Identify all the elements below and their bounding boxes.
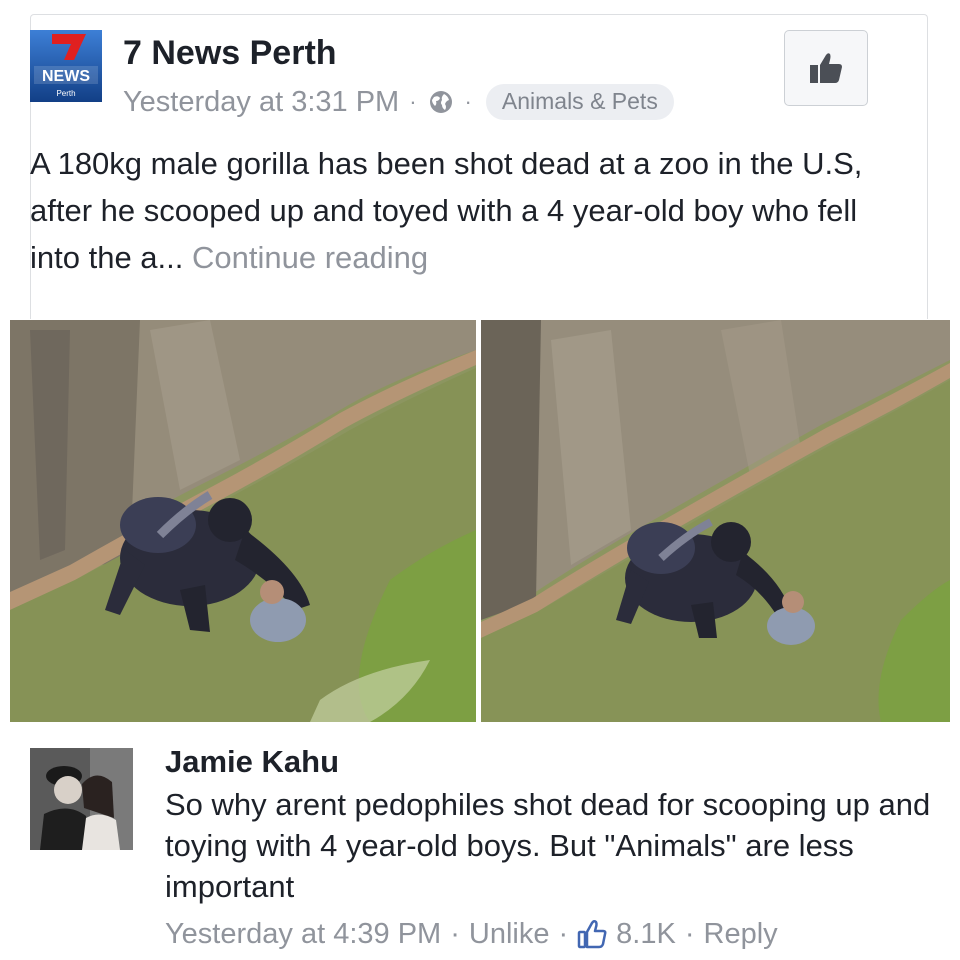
comment-timestamp[interactable]: Yesterday at 4:39 PM xyxy=(165,918,441,951)
meta-separator: · xyxy=(464,89,472,114)
svg-text:NEWS: NEWS xyxy=(42,68,90,85)
category-tag[interactable]: Animals & Pets xyxy=(485,84,674,120)
gorilla-photo-left xyxy=(10,320,476,722)
post-timestamp[interactable]: Yesterday at 3:31 PM xyxy=(123,86,399,119)
reply-link[interactable]: Reply xyxy=(704,918,778,951)
meta-separator: · xyxy=(409,89,417,114)
like-count[interactable]: 8.1K xyxy=(616,918,676,951)
like-count-thumbs-up-icon[interactable] xyxy=(577,919,607,949)
thumbs-up-icon xyxy=(810,53,842,83)
like-page-button[interactable] xyxy=(784,30,868,106)
svg-text:Perth: Perth xyxy=(56,89,75,98)
action-separator: · xyxy=(450,917,460,950)
globe-icon xyxy=(429,91,452,113)
comment-actions: Yesterday at 4:39 PM · Unlike · 8.1K · R… xyxy=(165,912,778,956)
unlike-link[interactable]: Unlike xyxy=(469,918,550,951)
post-message: A 180kg male gorilla has been shot dead … xyxy=(30,146,863,275)
comment-author[interactable]: Jamie Kahu xyxy=(165,744,339,780)
post-meta: Yesterday at 3:31 PM · · Animals & Pets xyxy=(123,84,674,120)
commenter-avatar[interactable] xyxy=(30,748,133,850)
comment-text: So why arent pedophiles shot dead for sc… xyxy=(165,787,931,904)
post-photo-left[interactable] xyxy=(10,320,476,722)
post-photo-right[interactable] xyxy=(481,320,950,722)
continue-reading-link[interactable]: Continue reading xyxy=(192,240,428,275)
action-separator: · xyxy=(558,917,569,950)
post-text: A 180kg male gorilla has been shot dead … xyxy=(30,140,880,281)
seven-news-logo-icon: NEWS Perth xyxy=(30,30,102,102)
gorilla-photo-right xyxy=(481,320,950,722)
page-logo[interactable]: NEWS Perth xyxy=(30,30,102,102)
avatar-photo xyxy=(30,748,133,850)
action-separator: · xyxy=(684,917,695,950)
page-name[interactable]: 7 News Perth xyxy=(123,34,337,73)
